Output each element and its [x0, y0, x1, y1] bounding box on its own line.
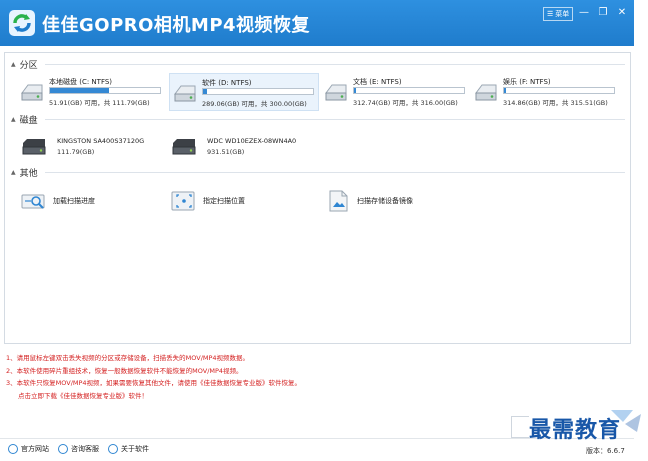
drive-icon: [325, 84, 347, 101]
menu-label: 菜单: [555, 10, 570, 18]
section-divider: [45, 119, 625, 120]
collapse-triangle-icon: ▲: [11, 115, 16, 123]
watermark: 最需教育: [511, 408, 647, 443]
about-software-link[interactable]: 关于软件: [108, 444, 149, 454]
partition-c[interactable]: 本地磁盘 (C: NTFS) 51.91(GB) 可用，共 111.79(GB): [17, 73, 167, 111]
disk-name: WDC WD10EZEX-08WN4A0: [207, 137, 297, 145]
customer-service-link[interactable]: 咨询客服: [58, 444, 99, 454]
image-file-icon: [329, 190, 348, 212]
customer-service-label: 咨询客服: [71, 445, 99, 453]
section-partition[interactable]: ▲ 分区: [11, 58, 38, 71]
disk-wdc[interactable]: WDC WD10EZEX-08WN4A0 931.51(GB): [165, 133, 315, 163]
section-other-label: 其他: [19, 168, 38, 179]
specify-scan-location-button[interactable]: 指定扫描位置: [165, 189, 245, 213]
scan-storage-image-label: 扫描存储设备镜像: [357, 197, 413, 205]
app-logo-icon: [9, 10, 35, 36]
usage-fill: [203, 89, 208, 94]
note-line: 2、本软件使用碎片重组技术，恢复一般数据恢复软件不能恢复的MOV/MP4视频。: [6, 366, 243, 375]
section-disk-label: 磁盘: [19, 115, 38, 126]
minimize-button[interactable]: —: [577, 6, 591, 20]
chat-icon: [58, 444, 68, 454]
disk-kingston[interactable]: KINGSTON SA400S37120G 111.79(GB): [15, 133, 165, 163]
partition-e[interactable]: 文档 (E: NTFS) 312.74(GB) 可用，共 316.00(GB): [321, 73, 471, 111]
load-scan-progress-label: 加载扫描进度: [53, 197, 95, 205]
title-bar: 佳佳GOPRO相机MP4视频恢复 ☰ 菜单 — ❐ ✕: [0, 0, 634, 46]
section-partition-label: 分区: [19, 60, 38, 71]
info-icon: [108, 444, 118, 454]
usage-bar: [202, 88, 314, 95]
restore-button[interactable]: ❐: [596, 6, 610, 20]
magnifier-icon: [21, 194, 45, 209]
drive-icon: [21, 84, 43, 101]
note-line: 3、本软件只恢复MOV/MP4视频，如果需要恢复其他文件，请使用《佳佳数据恢复专…: [6, 379, 302, 387]
partition-capacity: 289.06(GB) 可用，共 300.00(GB): [202, 100, 307, 108]
disk-capacity: 111.79(GB): [57, 148, 95, 156]
about-software-label: 关于软件: [121, 445, 149, 453]
drive-icon: [174, 85, 196, 102]
version-text: 版本：6.6.7: [586, 447, 625, 455]
usage-fill: [354, 88, 357, 93]
partition-capacity: 312.74(GB) 可用，共 316.00(GB): [353, 99, 458, 107]
download-link[interactable]: 点击立即下载《佳佳数据恢复专业版》软件！: [6, 390, 626, 403]
target-location-icon: [171, 191, 195, 211]
official-site-link[interactable]: 官方网站: [8, 444, 49, 454]
partition-name: 本地磁盘 (C: NTFS): [49, 78, 113, 86]
partition-name: 软件 (D: NTFS): [202, 79, 252, 87]
collapse-triangle-icon: ▲: [11, 168, 16, 176]
partition-name: 文档 (E: NTFS): [353, 78, 402, 86]
section-disk[interactable]: ▲ 磁盘: [11, 113, 38, 126]
collapse-triangle-icon: ▲: [11, 60, 16, 68]
usage-bar: [353, 87, 465, 94]
home-icon: [8, 444, 18, 454]
watermark-text: 最需教育: [529, 417, 622, 443]
usage-bar: [49, 87, 161, 94]
section-divider: [45, 172, 625, 173]
partition-name: 娱乐 (F: NTFS): [503, 78, 551, 86]
disk-name: KINGSTON SA400S37120G: [57, 137, 145, 145]
usage-bar: [503, 87, 615, 94]
menu-button[interactable]: ☰ 菜单: [543, 7, 574, 21]
hard-disk-icon: [22, 139, 46, 155]
usage-fill: [50, 88, 110, 93]
partition-d[interactable]: 软件 (D: NTFS) 289.06(GB) 可用，共 300.00(GB): [169, 73, 319, 111]
partition-f[interactable]: 娱乐 (F: NTFS) 314.86(GB) 可用，共 315.51(GB): [471, 73, 621, 111]
official-site-label: 官方网站: [21, 445, 49, 453]
close-button[interactable]: ✕: [615, 6, 629, 20]
specify-scan-location-label: 指定扫描位置: [203, 197, 245, 205]
usage-fill: [504, 88, 507, 93]
main-panel: ▲ 分区 本地磁盘 (C: NTFS) 51.91(GB) 可用，共 111.7…: [4, 52, 631, 344]
instructions: 1、请用鼠标左键双击丢失视频的分区或存储设备，扫描丢失的MOV/MP4视频数据。…: [6, 352, 626, 402]
hard-disk-icon: [172, 139, 196, 155]
partition-capacity: 51.91(GB) 可用，共 111.79(GB): [49, 99, 150, 107]
menu-icon: ☰: [547, 10, 554, 18]
disk-capacity: 931.51(GB): [207, 148, 245, 156]
load-scan-progress-button[interactable]: 加载扫描进度: [15, 189, 95, 213]
scan-storage-image-button[interactable]: 扫描存储设备镜像: [319, 189, 413, 213]
section-other[interactable]: ▲ 其他: [11, 166, 38, 179]
app-title: 佳佳GOPRO相机MP4视频恢复: [42, 15, 311, 36]
note-line: 1、请用鼠标左键双击丢失视频的分区或存储设备，扫描丢失的MOV/MP4视频数据。: [6, 354, 250, 362]
section-divider: [45, 64, 625, 65]
drive-icon: [475, 84, 497, 101]
watermark-frame: [511, 416, 529, 438]
partition-capacity: 314.86(GB) 可用，共 315.51(GB): [503, 99, 608, 107]
